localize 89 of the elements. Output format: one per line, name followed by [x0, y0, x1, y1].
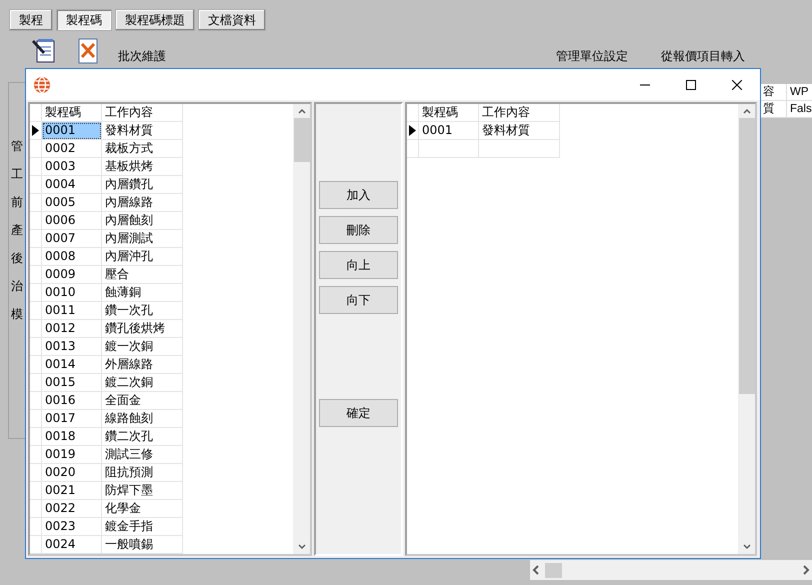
current-row-icon	[32, 125, 39, 136]
table-cell[interactable]: 0005	[42, 194, 102, 212]
column-header[interactable]: 製程碼	[419, 104, 479, 122]
table-cell[interactable]: 0001	[42, 122, 102, 140]
table-cell[interactable]: 鍍金手指	[102, 518, 183, 536]
table-cell[interactable]: 0001	[419, 122, 479, 140]
table-cell[interactable]: 0019	[42, 446, 102, 464]
vertical-scrollbar[interactable]	[293, 104, 310, 554]
table-cell[interactable]: 0002	[42, 140, 102, 158]
table-cell[interactable]: 鑽一次孔	[102, 302, 183, 320]
table-cell[interactable]: 0010	[42, 284, 102, 302]
table-cell[interactable]: 發料材質	[479, 122, 560, 140]
toolbar-link[interactable]: 管理單位設定	[556, 48, 628, 65]
scroll-thumb[interactable]	[545, 562, 562, 578]
globe-icon	[33, 76, 51, 94]
table-cell[interactable]: 0009	[42, 266, 102, 284]
table-cell[interactable]: 鍍二次銅	[102, 374, 183, 392]
table-cell[interactable]: 壓合	[102, 266, 183, 284]
table-cell[interactable]: 鍍一次銅	[102, 338, 183, 356]
vertical-scrollbar[interactable]	[738, 104, 755, 554]
table-cell[interactable]: 內層測試	[102, 230, 183, 248]
table-cell[interactable]: 鑽孔後烘烤	[102, 320, 183, 338]
table-cell[interactable]: 0013	[42, 338, 102, 356]
table-cell[interactable]: 化學金	[102, 500, 183, 518]
table-cell[interactable]: 0004	[42, 176, 102, 194]
table-cell[interactable]: 一般噴錫	[102, 536, 183, 554]
tab[interactable]: 製程碼標題	[115, 9, 195, 31]
table-cell[interactable]: 0024	[42, 536, 102, 554]
table-cell[interactable]: 發料材質	[102, 122, 183, 140]
toolbar-link[interactable]: 從報價項目轉入	[661, 48, 745, 65]
scroll-thumb[interactable]	[738, 118, 754, 394]
table-cell[interactable]: 0018	[42, 428, 102, 446]
table-cell[interactable]: 0016	[42, 392, 102, 410]
table-cell[interactable]: 0017	[42, 410, 102, 428]
table-cell[interactable]: 0007	[42, 230, 102, 248]
table-cell[interactable]: 0022	[42, 500, 102, 518]
side-label: 工	[11, 166, 23, 183]
table-cell[interactable]: 內層蝕刻	[102, 212, 183, 230]
table-cell[interactable]: 0003	[42, 158, 102, 176]
table-cell[interactable]: 0023	[42, 518, 102, 536]
table-cell[interactable]: 鑽二次孔	[102, 428, 183, 446]
table-cell[interactable]: 0012	[42, 320, 102, 338]
action-button[interactable]: 刪除	[319, 216, 398, 244]
side-label: 治	[11, 278, 23, 295]
table-cell[interactable]: 0015	[42, 374, 102, 392]
maximize-icon	[686, 80, 696, 90]
table-cell[interactable]: 內層鑽孔	[102, 176, 183, 194]
toolbar-link[interactable]: 批次維護	[118, 48, 166, 65]
row-header[interactable]	[407, 122, 419, 140]
table-cell[interactable]: 0021	[42, 482, 102, 500]
table-cell[interactable]: 全面金	[102, 392, 183, 410]
table-cell[interactable]: 0011	[42, 302, 102, 320]
table-cell[interactable]: 測試三修	[102, 446, 183, 464]
table-cell[interactable]: 基板烘烤	[102, 158, 183, 176]
table-cell[interactable]: 0006	[42, 212, 102, 230]
table-cell[interactable]: 裁板方式	[102, 140, 183, 158]
side-label: 後	[11, 250, 23, 267]
action-button[interactable]: 向上	[319, 251, 398, 279]
table-cell[interactable]: 外層線路	[102, 356, 183, 374]
table-cell[interactable]: 0020	[42, 464, 102, 482]
tab[interactable]: 製程	[9, 9, 53, 31]
side-label: 產	[11, 222, 23, 239]
tab[interactable]: 文檔資料	[198, 9, 266, 31]
side-label: 模	[11, 306, 23, 323]
column-header[interactable]: 工作內容	[479, 104, 560, 122]
table-cell[interactable]: 0014	[42, 356, 102, 374]
table-cell[interactable]: 0008	[42, 248, 102, 266]
scroll-thumb[interactable]	[294, 118, 310, 162]
current-row-icon	[409, 125, 416, 136]
horizontal-scrollbar[interactable]	[530, 560, 812, 580]
table-cell[interactable]	[419, 140, 479, 158]
document-x-icon	[76, 38, 100, 64]
column-header: WP	[787, 84, 812, 101]
table-cell: Fals	[787, 101, 812, 118]
action-button[interactable]: 加入	[319, 181, 398, 209]
table-cell[interactable]: 內層線路	[102, 194, 183, 212]
side-label: 管	[11, 138, 23, 155]
action-button[interactable]: 向下	[319, 286, 398, 314]
table-cell[interactable]: 阻抗預測	[102, 464, 183, 482]
table-cell[interactable]: 防焊下墨	[102, 482, 183, 500]
table-cell[interactable]	[479, 140, 560, 158]
column-header[interactable]: 工作內容	[102, 104, 183, 122]
table-cell[interactable]: 蝕薄銅	[102, 284, 183, 302]
side-label: 前	[11, 194, 23, 211]
tab[interactable]: 製程碼	[56, 9, 112, 31]
close-icon	[732, 80, 742, 90]
table-cell[interactable]: 線路蝕刻	[102, 410, 183, 428]
confirm-button[interactable]: 確定	[319, 399, 398, 427]
table-cell[interactable]: 內層沖孔	[102, 248, 183, 266]
